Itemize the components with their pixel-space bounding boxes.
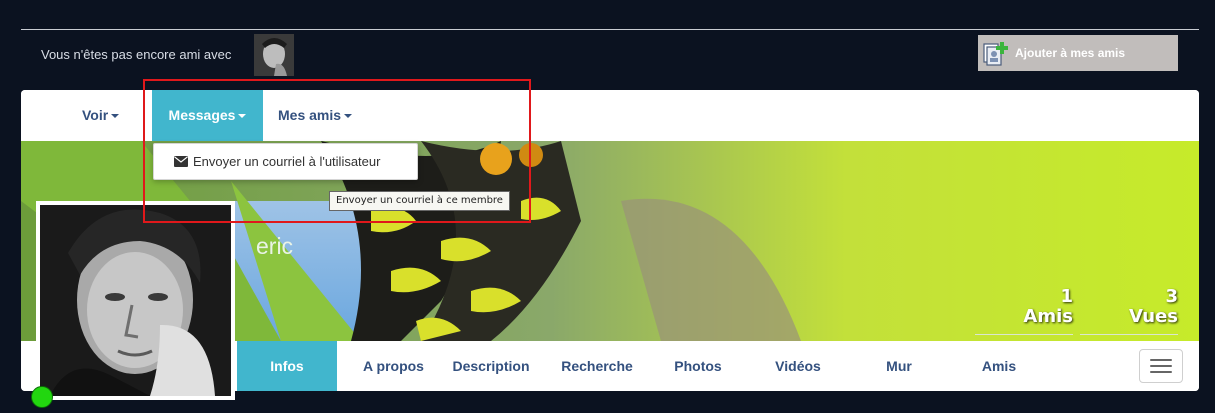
stat-amis[interactable]: 1 Amis: [1000, 287, 1073, 327]
send-email-tooltip: Envoyer un courriel à ce membre: [329, 191, 510, 211]
menu-mes-amis-label: Mes amis: [278, 107, 342, 123]
stat-divider: [1080, 334, 1178, 335]
hamburger-icon: [1150, 359, 1172, 361]
add-friend-icon: [981, 38, 1011, 68]
stat-vues-label: Vues: [1128, 306, 1178, 327]
tab-videos[interactable]: Vidéos: [748, 341, 848, 391]
tab-photos[interactable]: Photos: [648, 341, 748, 391]
tab-a-propos[interactable]: A propos: [341, 341, 446, 391]
stat-amis-value: 1: [1060, 286, 1073, 307]
caret-down-icon: [344, 114, 353, 119]
send-email-label: Envoyer un courriel à l'utilisateur: [193, 154, 381, 169]
profile-portrait: [40, 205, 231, 396]
tab-description[interactable]: Description: [441, 341, 541, 391]
add-friend-label: Ajouter à mes amis: [1015, 46, 1126, 60]
menu-toggle-button[interactable]: [1139, 349, 1183, 383]
notice-avatar[interactable]: [254, 34, 294, 76]
tab-mur[interactable]: Mur: [849, 341, 949, 391]
menu-voir-label: Voir: [82, 107, 109, 123]
profile-menu-bar: Voir Messages Mes amis: [21, 90, 1199, 142]
caret-down-icon: [238, 114, 247, 119]
messages-dropdown: Envoyer un courriel à l'utilisateur: [153, 143, 418, 180]
caret-down-icon: [111, 114, 120, 119]
tab-infos[interactable]: Infos: [237, 341, 337, 391]
menu-mes-amis[interactable]: Mes amis: [278, 90, 353, 141]
add-friend-button[interactable]: Ajouter à mes amis: [978, 35, 1178, 71]
tab-amis[interactable]: Amis: [949, 341, 1049, 391]
profile-photo[interactable]: [36, 201, 235, 400]
online-status-indicator: [31, 386, 53, 408]
stat-divider: [975, 334, 1073, 335]
stat-vues-value: 3: [1165, 286, 1178, 307]
menu-messages-label: Messages: [168, 107, 236, 123]
top-divider: [21, 29, 1199, 30]
tab-recherche[interactable]: Recherche: [547, 341, 647, 391]
envelope-icon: [174, 156, 188, 167]
menu-messages[interactable]: Messages: [152, 90, 263, 141]
stat-amis-label: Amis: [1023, 306, 1073, 327]
stat-vues: 3 Vues: [1100, 287, 1178, 327]
friend-notice-text: Vous n'êtes pas encore ami avec: [41, 47, 232, 62]
menu-voir[interactable]: Voir: [82, 90, 120, 141]
send-email-menu-item[interactable]: Envoyer un courriel à l'utilisateur: [154, 144, 417, 179]
profile-username: eric: [256, 233, 294, 259]
